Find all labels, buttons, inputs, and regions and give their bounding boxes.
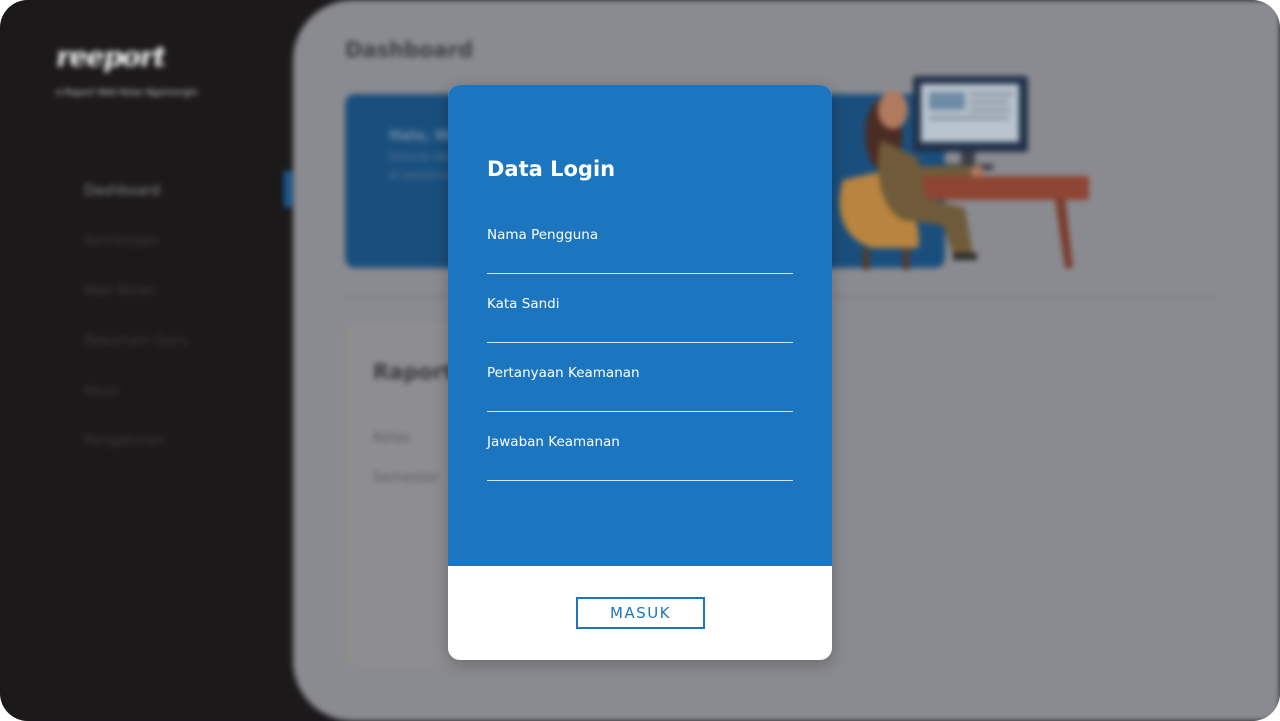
- username-input[interactable]: [487, 249, 793, 274]
- security-question-label: Pertanyaan Keamanan: [487, 365, 640, 381]
- password-label: Kata Sandi: [487, 296, 560, 312]
- security-answer-label: Jawaban Keamanan: [487, 434, 620, 450]
- security-answer-field-group: Jawaban Keamanan: [487, 434, 793, 494]
- sidebar-item-rekomen-guru[interactable]: Rekomen Guru: [84, 330, 188, 380]
- logo: reeport: [56, 40, 166, 73]
- page-title: Dashboard: [345, 38, 474, 62]
- username-label: Nama Pengguna: [487, 227, 599, 243]
- report-semester-label: Semester: [373, 470, 440, 486]
- report-title: Raport: [373, 360, 454, 384]
- welcome-text: Selamat dat: [389, 152, 450, 163]
- security-answer-input[interactable]: [487, 456, 793, 481]
- password-input[interactable]: [487, 318, 793, 343]
- sidebar: reeport e-Raport Wali Kelas Ngomongin Da…: [0, 0, 330, 721]
- sidebar-item-pengaturan[interactable]: Pengaturan: [84, 430, 188, 480]
- sidebar-item-dashboard[interactable]: Dashboard: [84, 180, 188, 230]
- sidebar-item-akun[interactable]: Akun: [84, 380, 188, 430]
- app-window: reeport e-Raport Wali Kelas Ngomongin Da…: [0, 0, 1280, 721]
- sidebar-item-wali-kelas[interactable]: Wali Kelas: [84, 280, 188, 330]
- security-question-input[interactable]: [487, 387, 793, 412]
- report-class-label: Kelas: [373, 430, 410, 446]
- security-question-field-group: Pertanyaan Keamanan: [487, 365, 793, 425]
- sidebar-item-semboyan[interactable]: Semboyan: [84, 230, 188, 280]
- login-form-panel: Data Login Nama Pengguna Kata Sandi Pert…: [448, 85, 832, 566]
- desk-worker-illustration: [839, 76, 1089, 270]
- welcome-text-2: di repository: [389, 170, 452, 181]
- login-modal: Data Login Nama Pengguna Kata Sandi Pert…: [448, 85, 832, 660]
- username-field-group: Nama Pengguna: [487, 227, 793, 287]
- login-submit-button[interactable]: MASUK: [576, 597, 705, 629]
- modal-title: Data Login: [487, 157, 616, 181]
- active-nav-marker: [284, 170, 292, 208]
- password-field-group: Kata Sandi: [487, 296, 793, 356]
- tagline: e-Raport Wali Kelas Ngomongin: [56, 88, 198, 98]
- sidebar-nav: Dashboard Semboyan Wali Kelas Rekomen Gu…: [84, 180, 188, 480]
